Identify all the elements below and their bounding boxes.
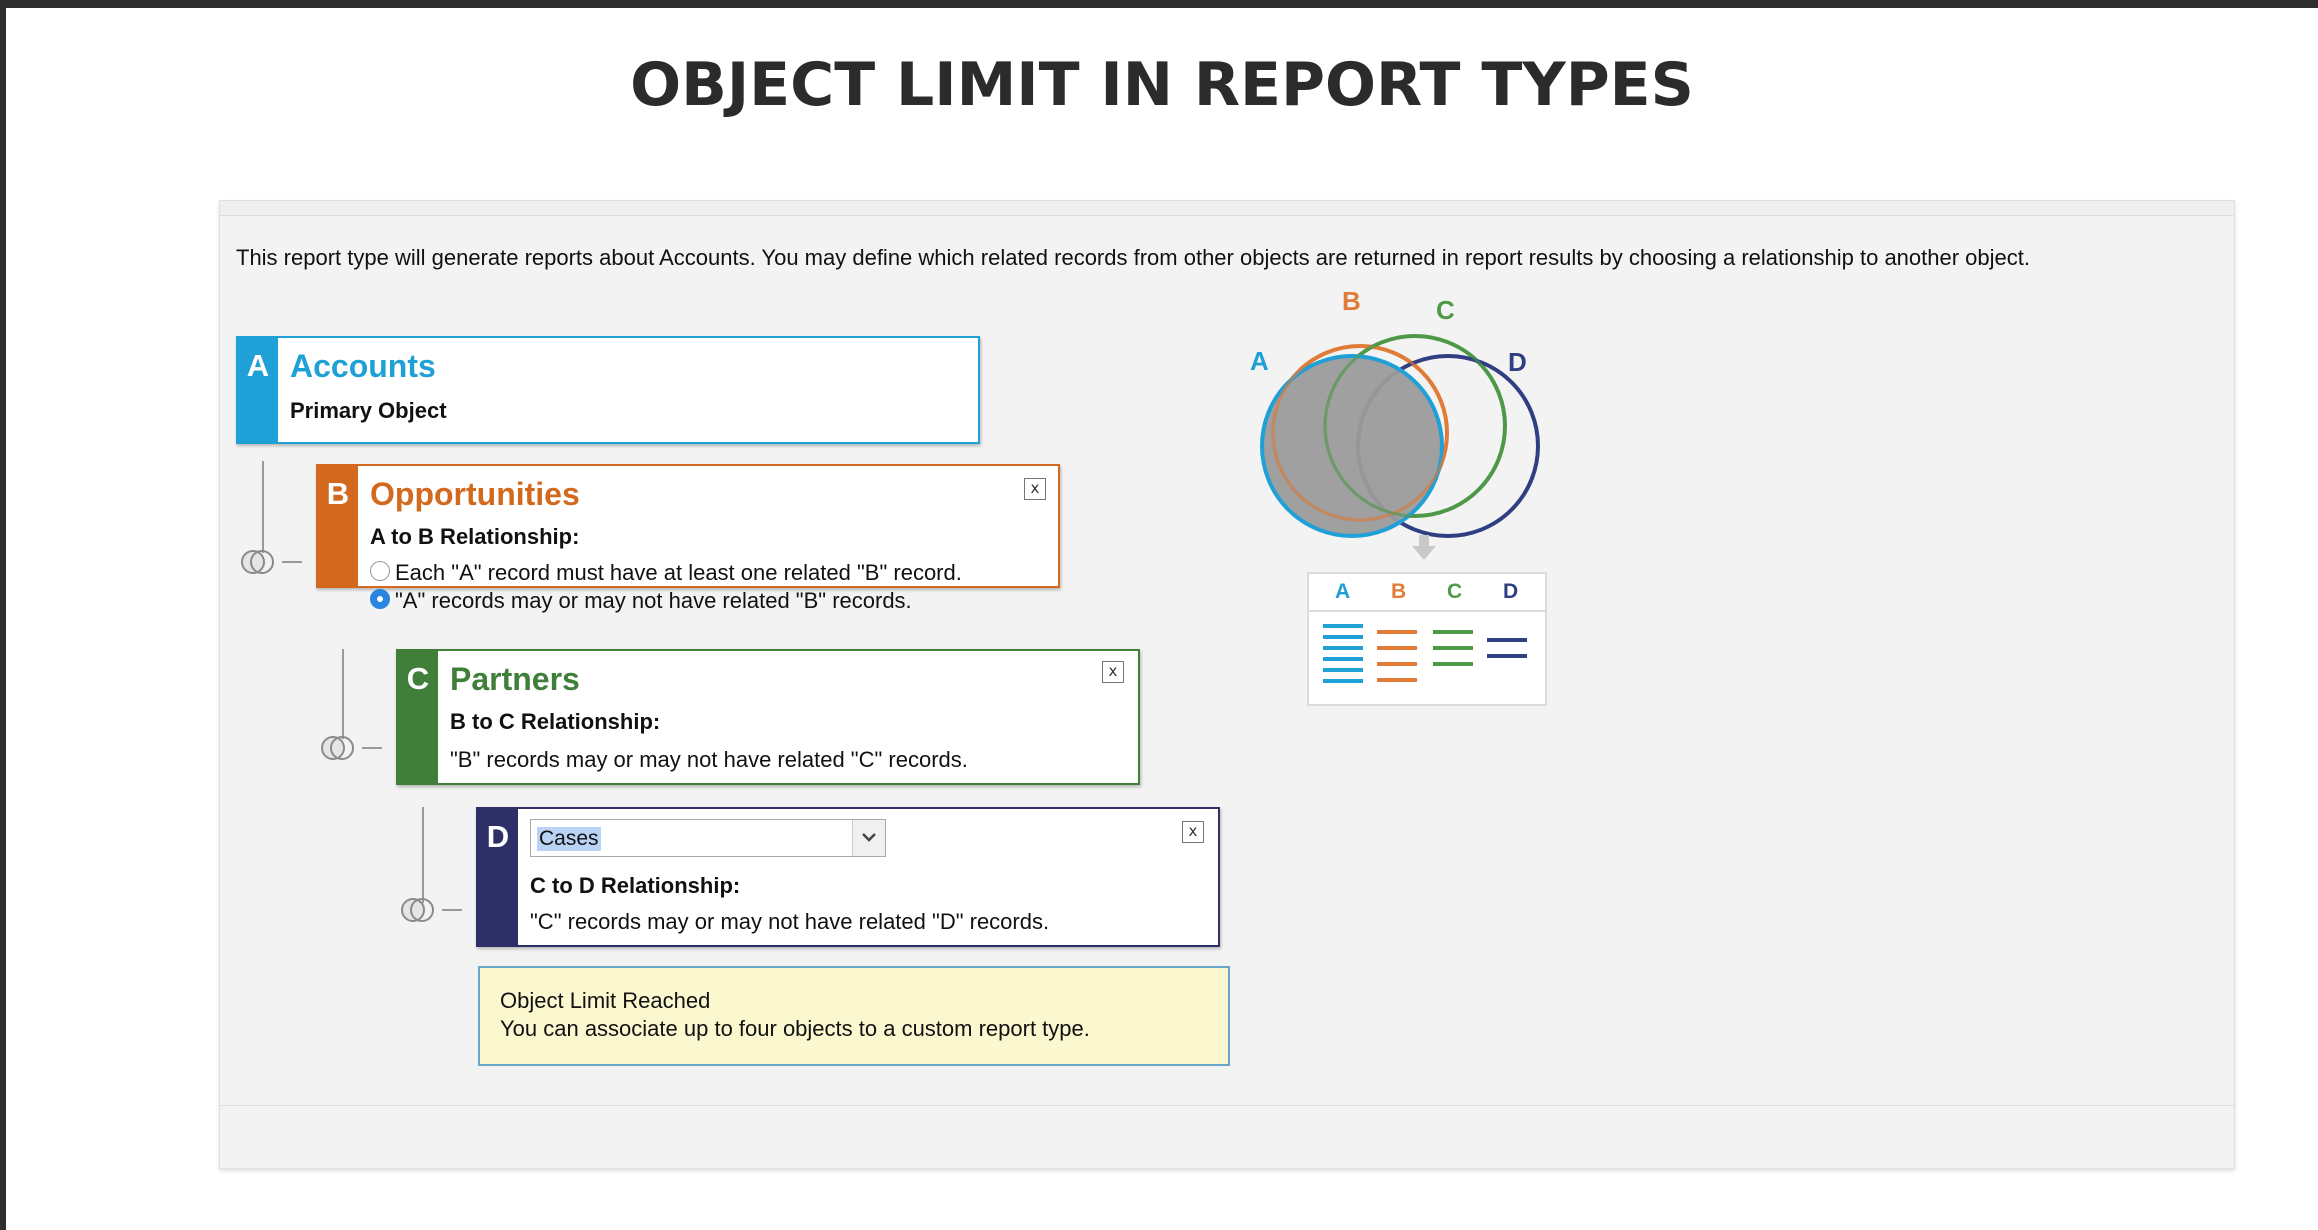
- object-b-relationship-label: A to B Relationship:: [370, 524, 580, 549]
- table-header-d: D: [1503, 580, 1519, 603]
- object-b-letter: B: [318, 466, 358, 586]
- table-line: [1323, 657, 1363, 661]
- object-d-box: D Cases C to D Relationship: "C" records…: [476, 807, 1220, 947]
- table-line: [1433, 646, 1473, 650]
- object-d-letter: D: [478, 809, 518, 945]
- slide: OBJECT LIMIT IN REPORT TYPES This report…: [6, 8, 2318, 1230]
- table-line: [1377, 678, 1417, 682]
- table-line: [1323, 635, 1363, 639]
- venn-label-a: A: [1250, 346, 1269, 376]
- table-header-a: A: [1335, 580, 1351, 603]
- object-c-relationship-label: B to C Relationship:: [450, 709, 661, 734]
- table-header: A B C D: [1309, 574, 1545, 612]
- venn-label-d: D: [1508, 347, 1527, 377]
- object-c-letter: C: [398, 651, 438, 783]
- table-line: [1323, 646, 1363, 650]
- relationship-option-optional-label: "A" records may or may not have related …: [395, 588, 912, 613]
- object-c-relationship-text: "B" records may or may not have related …: [450, 747, 968, 772]
- venn-label-b: B: [1342, 286, 1361, 316]
- object-limit-alert: Object Limit Reached You can associate u…: [478, 966, 1230, 1066]
- venn-label-c: C: [1436, 295, 1455, 325]
- table-line: [1433, 662, 1473, 666]
- connector-line: [422, 807, 424, 903]
- relationship-option-radio-required[interactable]: [370, 561, 390, 581]
- object-c-title: Partners: [450, 661, 580, 697]
- object-a-box: A Accounts Primary Object: [236, 336, 980, 444]
- object-b-box: B Opportunities A to B Relationship: Eac…: [316, 464, 1060, 613]
- relationship-option-radio-optional[interactable]: [370, 589, 390, 609]
- table-line: [1487, 638, 1527, 642]
- table-line: [1433, 630, 1473, 634]
- table-line: [1377, 630, 1417, 634]
- object-a-subtitle: Primary Object: [290, 398, 447, 423]
- object-c-box: C Partners B to C Relationship: "B" reco…: [396, 649, 1140, 785]
- table-header-c: C: [1447, 580, 1463, 603]
- arrow-down-icon: [1412, 535, 1436, 560]
- panel-footer: [220, 1105, 2234, 1168]
- object-d-relationship-label: C to D Relationship:: [530, 873, 741, 898]
- object-d-select[interactable]: Cases: [530, 819, 886, 857]
- table-line: [1323, 624, 1363, 628]
- chevron-down-icon[interactable]: [852, 820, 885, 856]
- object-b-title: Opportunities: [370, 476, 580, 512]
- connector-line: [262, 461, 264, 553]
- table-line: [1377, 646, 1417, 650]
- table-line: [1487, 654, 1527, 658]
- remove-object-b-button[interactable]: x: [1024, 478, 1046, 500]
- report-type-panel: This report type will generate reports a…: [219, 200, 2235, 1169]
- report-columns-table: A B C D: [1307, 572, 1547, 706]
- object-d-select-value: Cases: [537, 827, 601, 851]
- object-a-title: Accounts: [290, 348, 436, 384]
- table-header-b: B: [1391, 580, 1407, 603]
- relationship-join-icon: [321, 736, 354, 760]
- relationship-option-required-label: Each "A" record must have at least one r…: [395, 560, 962, 585]
- slide-title: OBJECT LIMIT IN REPORT TYPES: [630, 50, 1694, 120]
- venn-diagram: A B C D: [1250, 286, 1540, 538]
- intro-text: This report type will generate reports a…: [236, 245, 2030, 270]
- table-line: [1377, 662, 1417, 666]
- object-a-letter: A: [238, 338, 278, 442]
- panel-top-bar: [220, 201, 2234, 216]
- object-d-relationship-text: "C" records may or may not have related …: [530, 909, 1050, 934]
- connector-line: [342, 649, 344, 739]
- remove-object-c-button[interactable]: x: [1102, 661, 1124, 683]
- alert-title: Object Limit Reached: [500, 988, 711, 1013]
- remove-object-d-button[interactable]: x: [1182, 821, 1204, 843]
- connector-line: [362, 747, 382, 749]
- table-line: [1323, 679, 1363, 683]
- connector-line: [282, 561, 302, 563]
- relationship-join-icon: [401, 898, 434, 922]
- alert-body: You can associate up to four objects to …: [500, 1016, 1090, 1041]
- relationship-join-icon: [241, 550, 274, 574]
- connector-line: [442, 909, 462, 911]
- table-line: [1323, 668, 1363, 672]
